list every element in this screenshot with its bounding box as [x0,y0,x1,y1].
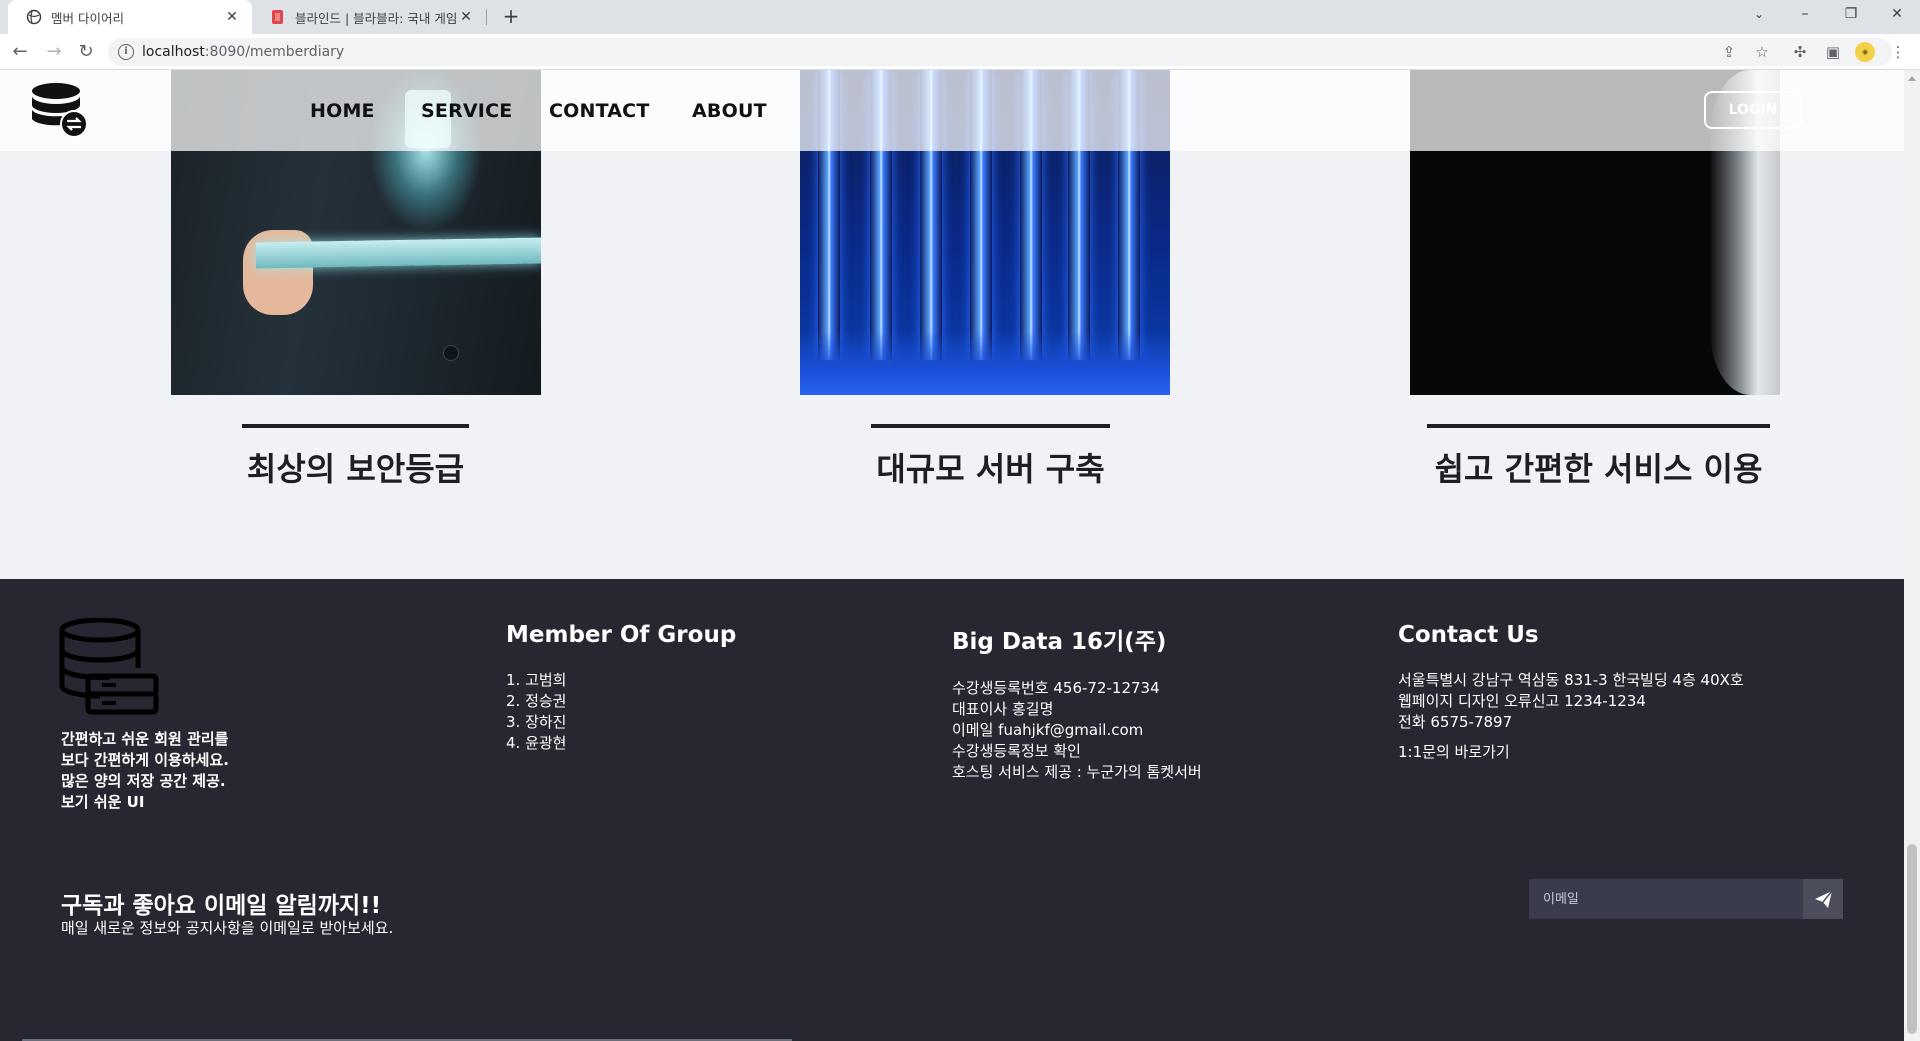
browser-tab-strip: 멤버 다이어리 ✕ 블라인드 | 블라블라: 국내 게임회 ✕ + ⌄ – ❐ … [0,0,1920,34]
contact-line: 서울특별시 강남구 역삼동 831-3 한국빌딩 4층 40X호 [1398,671,1744,689]
close-window-button[interactable]: ✕ [1874,0,1920,30]
url-host: localhost [142,44,205,60]
service-title-security: 최상의 보안등급 [246,450,465,488]
members-heading: Member Of Group [506,622,737,648]
member-item: 4. 윤광현 [506,734,567,752]
page-scrollbar[interactable] [1904,70,1920,1041]
tab-separator [486,9,487,25]
url-text[interactable]: localhost:8090/memberdiary [142,38,344,66]
page-viewport: 최상의 보안등급 대규모 서버 구축 쉽고 간편한 서비스 이용 HOME SE… [0,70,1904,1041]
tab-title: 멤버 다이어리 [51,10,124,26]
close-tab-icon[interactable]: ✕ [224,9,240,25]
tab-blind[interactable]: 블라인드 | 블라블라: 국내 게임회 ✕ [252,0,486,34]
member-item: 3. 장하진 [506,713,567,731]
scroll-thumb[interactable] [1907,844,1917,1034]
url-path: :8090/memberdiary [204,44,345,60]
footer-description-line: 보기 쉬운 UI [61,793,145,811]
blind-favicon-icon [272,10,283,24]
tab-search-icon[interactable]: ⌄ [1736,0,1782,30]
footer-description-line: 보다 간편하게 이용하세요. [61,751,229,769]
new-tab-button[interactable]: + [498,5,524,29]
footer-members-column: Member Of Group 1. 고범희 2. 정승권 3. 장하진 4. … [506,622,736,754]
database-sync-logo-icon[interactable] [30,82,90,138]
subscribe-title: 구독과 좋아요 이메일 알림까지!! [61,893,382,919]
side-panel-icon[interactable]: ▣ [1823,42,1843,62]
back-arrow-icon[interactable]: ← [6,38,34,66]
address-bar[interactable]: i localhost:8090/memberdiary [108,38,1892,66]
database-server-logo-icon [59,618,159,715]
browser-toolbar: ← → ↻ i localhost:8090/memberdiary ⇪ ☆ ✣… [0,34,1920,70]
scroll-up-arrow-icon[interactable] [1908,76,1916,81]
footer-contact-column: Contact Us 서울특별시 강남구 역삼동 831-3 한국빌딩 4층 4… [1398,622,1744,763]
menu-kebab-icon[interactable]: ⋮ [1888,42,1908,62]
tab-member-diary[interactable]: 멤버 다이어리 ✕ [8,0,252,34]
service-title-server: 대규모 서버 구축 [876,450,1105,488]
inquiry-link[interactable]: 1:1문의 바로가기 [1398,742,1744,763]
forward-arrow-icon[interactable]: → [40,38,68,66]
suit-button [443,345,459,361]
profile-avatar[interactable]: ◉ [1855,42,1875,62]
extensions-puzzle-icon[interactable]: ✣ [1790,42,1810,62]
login-button[interactable]: LOGIN [1704,91,1802,129]
subscribe-subtitle: 매일 새로운 정보와 공지사항을 이메일로 받아보세요. [61,919,394,937]
tab-title: 블라인드 | 블라블라: 국내 게임회 [295,10,458,26]
maximize-button[interactable]: ❐ [1828,0,1874,30]
site-info-icon[interactable]: i [118,44,134,60]
company-heading: Big Data 16기(주) [952,629,1167,655]
service-underline [1427,424,1770,428]
site-footer: 간편하고 쉬운 회원 관리를 보다 간편하게 이용하세요. 많은 양의 저장 공… [0,579,1904,1041]
reload-icon[interactable]: ↻ [72,38,100,66]
service-title-easy: 쉽고 간편한 서비스 이용 [1434,450,1763,488]
contact-heading: Contact Us [1398,622,1539,648]
nav-service[interactable]: SERVICE [421,100,512,122]
footer-description: 간편하고 쉬운 회원 관리를 보다 간편하게 이용하세요. 많은 양의 저장 공… [61,729,229,813]
footer-description-line: 많은 양의 저장 공간 제공. [61,772,226,790]
send-email-button[interactable] [1803,879,1843,919]
nav-about[interactable]: ABOUT [692,100,767,122]
member-item: 2. 정승권 [506,692,567,710]
globe-icon [26,9,42,25]
company-line: 수강생등록번호 456-72-12734 [952,679,1160,697]
share-icon[interactable]: ⇪ [1719,42,1739,62]
minimize-button[interactable]: – [1782,0,1828,30]
email-field[interactable] [1529,879,1803,919]
glass-tablet [256,237,541,269]
close-tab-icon[interactable]: ✕ [458,9,474,25]
site-header: HOME SERVICE CONTACT ABOUT LOGIN [0,70,1904,151]
server-floor-glow [800,330,1170,395]
service-underline [242,424,469,428]
nav-home[interactable]: HOME [310,100,375,122]
member-item: 1. 고범희 [506,671,567,689]
contact-line: 전화 6575-7897 [1398,713,1513,731]
company-line[interactable]: 수강생등록정보 확인 [952,741,1202,762]
service-underline [871,424,1110,428]
company-line: 호스팅 서비스 제공 : 누군가의 톰켓서버 [952,763,1202,781]
contact-line: 웹페이지 디자인 오류신고 1234-1234 [1398,692,1646,710]
nav-contact[interactable]: CONTACT [549,100,650,122]
company-line: 대표이사 홍길명 [952,700,1054,718]
paper-plane-icon [1815,890,1833,908]
company-line: 이메일 fuahjkf@gmail.com [952,721,1144,739]
footer-description-line: 간편하고 쉬운 회원 관리를 [61,730,229,748]
bookmark-star-icon[interactable]: ☆ [1752,42,1772,62]
footer-company-column: Big Data 16기(주) 수강생등록번호 456-72-12734 대표이… [952,622,1202,783]
